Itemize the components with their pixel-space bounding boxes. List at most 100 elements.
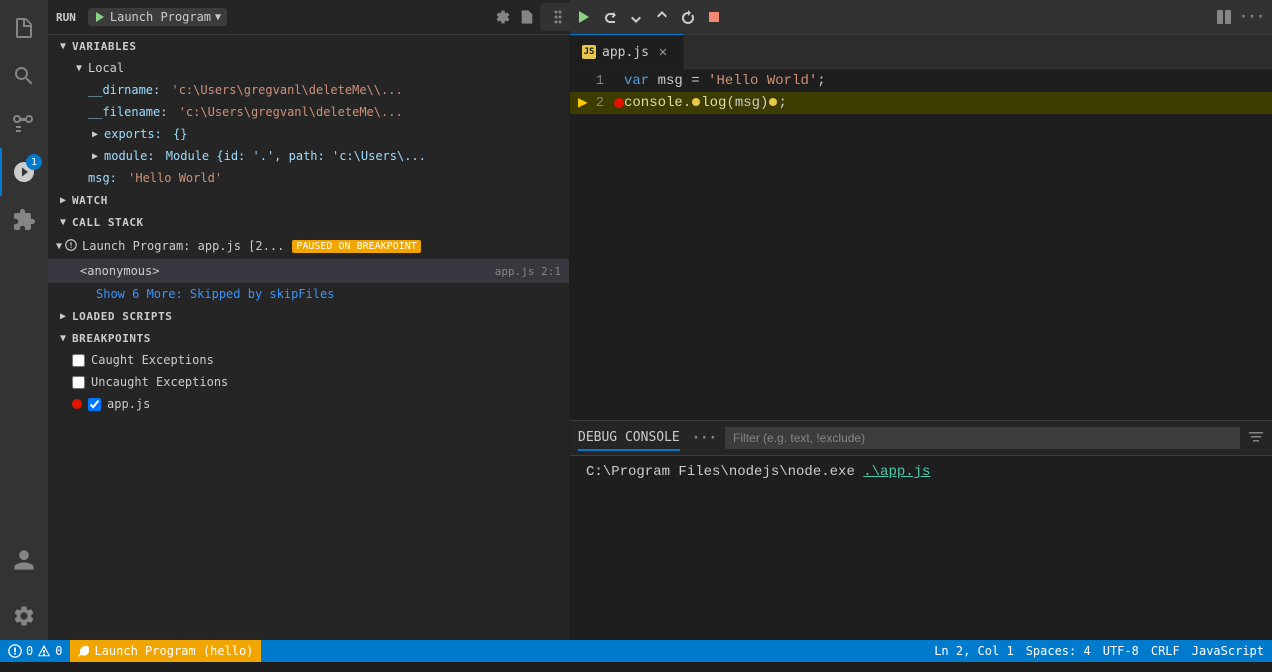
show-more-link[interactable]: Show 6 More: Skipped by skipFiles [48,283,569,305]
variables-section-header[interactable]: ▼ VARIABLES [48,35,569,57]
console-link[interactable]: .\app.js [863,464,930,480]
debug-toolbar: ··· [570,0,1272,35]
caught-exceptions-label: Caught Exceptions [91,353,214,367]
console-more-icon[interactable]: ··· [692,430,717,446]
watch-section: ▶ WATCH [48,189,569,211]
tab-label: app.js [602,45,649,60]
activity-bar: 1 [0,0,48,640]
uncaught-exceptions-label: Uncaught Exceptions [91,375,228,389]
continue-button[interactable] [572,5,596,29]
sidebar-content: ▼ VARIABLES ▼ Local __dirname: 'c:\Users… [48,35,569,640]
call-stack-section-header[interactable]: ▼ CALL STACK [48,211,569,233]
local-scope-item[interactable]: ▼ Local [56,57,569,79]
caught-exceptions-item[interactable]: Caught Exceptions [56,349,569,371]
debug-session-label: Launch Program (hello) [94,644,253,658]
step-over-button[interactable] [598,5,622,29]
call-stack-section: ▼ CALL STACK ▼ Launch Program: app.js [2… [48,211,569,305]
step-out-button[interactable] [650,5,674,29]
debug-arrow-icon: ▶ [578,92,588,114]
frame-file-info: app.js 2:1 [495,265,561,278]
step-into-button[interactable] [624,5,648,29]
js-file-icon: JS [582,45,596,59]
editor-tabs: JS app.js ✕ [570,35,1272,70]
app-js-breakpoint-label: app.js [107,397,150,411]
stop-button[interactable] [702,5,726,29]
paused-badge: PAUSED ON BREAKPOINT [292,240,420,253]
status-bar-left: 0 0 Launch Program (hello) [8,640,261,662]
module-value: Module {id: '.', path: 'c:\Users\... [159,149,426,163]
filename-var[interactable]: __filename: 'c:\Users\gregvanl\deleteMe\… [56,101,569,123]
debug-settings-icon[interactable] [493,7,513,27]
editor-area: ··· JS app.js ✕ 1 var msg = 'Hello World… [570,0,1272,640]
console-filter-input[interactable] [725,427,1240,449]
module-var[interactable]: ▶ module: Module {id: '.', path: 'c:\Use… [56,145,569,167]
call-stack-frame[interactable]: <anonymous> app.js 2:1 [48,259,569,283]
console-filter-lines-icon[interactable] [1248,429,1264,448]
status-errors[interactable]: 0 0 [8,644,62,658]
tab-app-js[interactable]: JS app.js ✕ [570,34,684,69]
app-js-breakpoint-item[interactable]: app.js [56,393,569,415]
variables-title: VARIABLES [72,40,137,53]
debug-console-area: DEBUG CONSOLE ··· C:\Program Files\nodej… [570,420,1272,640]
app-js-breakpoint-checkbox[interactable] [88,398,101,411]
sidebar-item-extensions[interactable] [0,196,48,244]
layout-toggle-icon[interactable] [1212,5,1236,29]
loaded-scripts-section: ▶ LOADED SCRIPTS [48,305,569,327]
line-1-content: var msg = 'Hello World'; [620,70,1272,92]
status-debug-session[interactable]: Launch Program (hello) [70,640,261,662]
dirname-name: __dirname: [88,83,160,97]
line-2-content: console.log(msg); [620,92,1272,114]
editor-content[interactable]: 1 var msg = 'Hello World'; ▶ 2 console.l… [570,70,1272,420]
dirname-value: 'c:\Users\gregvanl\deleteMe\\... [164,83,402,97]
encoding[interactable]: UTF-8 [1103,644,1139,658]
breakpoint-dot-icon [72,399,82,409]
sidebar-item-source-control[interactable] [0,100,48,148]
open-launch-json-icon[interactable] [517,7,537,27]
call-stack-thread[interactable]: ▼ Launch Program: app.js [2... PAUSED ON… [48,233,569,259]
editor-and-console: 1 var msg = 'Hello World'; ▶ 2 console.l… [570,70,1272,640]
launch-program-dropdown[interactable]: Launch Program ▼ [88,8,227,26]
call-stack-title: CALL STACK [72,216,144,229]
filename-name: __filename: [88,105,167,119]
variables-chevron-icon: ▼ [56,39,70,53]
watch-chevron-icon: ▶ [56,193,70,207]
loaded-scripts-header[interactable]: ▶ LOADED SCRIPTS [48,305,569,327]
sidebar-item-account[interactable] [0,536,48,584]
thread-settings-icon [64,238,78,255]
debug-console-tab[interactable]: DEBUG CONSOLE [578,426,680,451]
error-count: 0 [26,644,33,658]
status-bar: 0 0 Launch Program (hello) Ln 2, Col 1 S… [0,640,1272,662]
debug-console-content: C:\Program Files\nodejs\node.exe .\app.j… [570,456,1272,640]
msg-name: msg: [88,171,117,185]
tab-close-button[interactable]: ✕ [655,44,671,60]
sidebar-item-settings[interactable] [0,592,48,640]
uncaught-exceptions-item[interactable]: Uncaught Exceptions [56,371,569,393]
local-label: Local [88,61,124,75]
exports-var[interactable]: ▶ exports: {} [56,123,569,145]
line-ending[interactable]: CRLF [1151,644,1180,658]
variables-section: ▼ VARIABLES ▼ Local __dirname: 'c:\Users… [48,35,569,189]
call-stack-content: ▼ Launch Program: app.js [2... PAUSED ON… [48,233,569,305]
callstack-chevron-icon: ▼ [56,215,70,229]
indentation[interactable]: Spaces: 4 [1026,644,1091,658]
dropdown-label: Launch Program [110,10,211,24]
caught-exceptions-checkbox[interactable] [72,354,85,367]
uncaught-exceptions-checkbox[interactable] [72,376,85,389]
dropdown-arrow-icon: ▼ [215,12,221,23]
sidebar-item-explorer[interactable] [0,4,48,52]
sidebar-item-search[interactable] [0,52,48,100]
more-actions-icon[interactable]: ··· [1240,5,1264,29]
drag-handle-icon[interactable] [546,5,570,29]
sidebar-item-run-debug[interactable]: 1 [0,148,48,196]
msg-value: 'Hello World' [121,171,222,185]
dirname-var[interactable]: __dirname: 'c:\Users\gregvanl\deleteMe\\… [56,79,569,101]
cursor-position[interactable]: Ln 2, Col 1 [934,644,1013,658]
language-mode[interactable]: JavaScript [1192,644,1264,658]
local-chevron-icon: ▼ [72,61,86,75]
breakpoints-section-header[interactable]: ▼ BREAKPOINTS [48,327,569,349]
watch-section-header[interactable]: ▶ WATCH [48,189,569,211]
console-path: C:\Program Files\nodejs\node.exe [586,464,863,480]
restart-button[interactable] [676,5,700,29]
debug-toolbar-controls [540,3,732,31]
msg-var[interactable]: msg: 'Hello World' [56,167,569,189]
